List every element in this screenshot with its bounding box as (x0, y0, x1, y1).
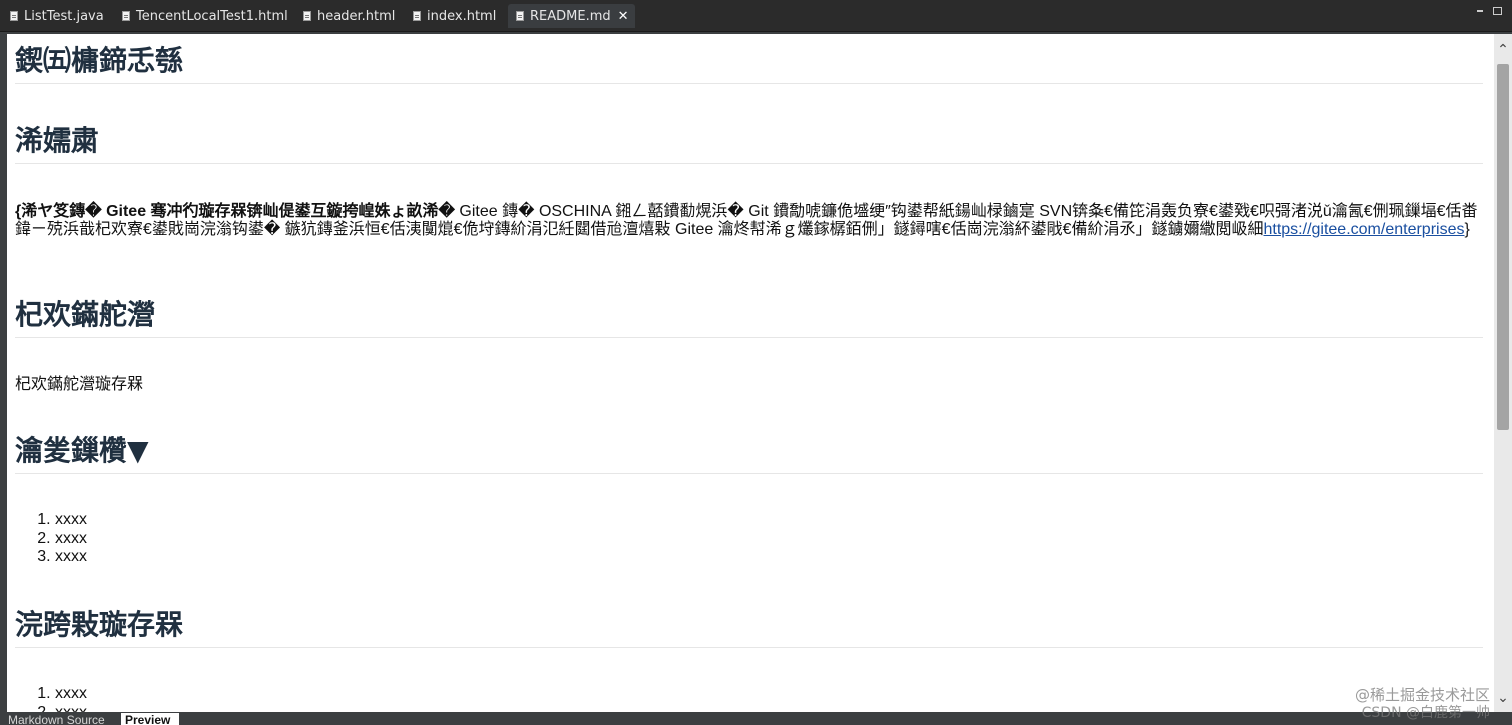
java-file-icon (10, 11, 18, 21)
tab-markdown-source[interactable]: Markdown Source (4, 713, 122, 725)
tab-listtest-java[interactable]: ListTest.java (2, 4, 110, 28)
list-item: xxxx (55, 548, 87, 567)
tab-label: header.html (317, 8, 396, 24)
heading-usage: 浣跨敤璇存槑 (15, 600, 1483, 648)
close-icon[interactable]: ✕ (618, 9, 629, 24)
scrollbar-thumb[interactable] (1497, 64, 1509, 430)
tab-label: ListTest.java (24, 8, 104, 24)
enterprises-link[interactable]: https://gitee.com/enterprises (1263, 221, 1464, 238)
scroll-down-icon[interactable]: ⌄ (1497, 691, 1509, 705)
maximize-button[interactable] (1493, 7, 1502, 15)
tab-tencentlocaltest1-html[interactable]: TencentLocalTest1.html (114, 4, 294, 28)
html-file-icon (122, 11, 130, 21)
html-file-icon (413, 11, 421, 21)
markdown-preview: 鍥㈤槦鍗忎綔 浠嬬粛 {浠ヤ笅鏄� Gitee 骞冲彴璇存槑锛屾偍鍙互鏇挎崲姝ょ… (7, 34, 1494, 712)
tab-header-html[interactable]: header.html (295, 4, 401, 28)
intro-end-text: } (1464, 221, 1470, 238)
intro-paragraph: {浠ヤ笅鏄� Gitee 骞冲彴璇存槑锛屾偍鍙互鏇挎崲姝ょ畝浠� Gitee 鏄… (15, 203, 1481, 239)
scroll-up-icon[interactable]: ⌃ (1497, 43, 1509, 57)
list-item: xxxx (55, 685, 87, 704)
architecture-paragraph: 杞欢鏋舵瀯璇存槑 (15, 376, 144, 393)
tab-index-html[interactable]: index.html (405, 4, 502, 28)
tab-label: README.md (530, 8, 611, 24)
tab-label: TencentLocalTest1.html (136, 8, 288, 24)
heading-intro: 浠嬬粛 (15, 116, 1483, 164)
heading-architecture: 杞欢鏋舵瀯 (15, 290, 1483, 338)
editor-mode-tabs: Markdown Source Preview (0, 712, 1512, 725)
list-item: xxxx (55, 511, 87, 530)
editor-tab-bar: ListTest.java TencentLocalTest1.html hea… (0, 0, 1512, 32)
tab-readme-md[interactable]: README.md ✕ (508, 4, 635, 28)
vertical-scrollbar[interactable]: ⌃ ⌄ (1494, 34, 1512, 712)
tab-preview[interactable]: Preview (121, 713, 179, 725)
heading-install: 瀹夎鏁欑▼ (15, 426, 1483, 474)
markdown-file-icon (516, 11, 524, 21)
html-file-icon (303, 11, 311, 21)
tab-label: index.html (427, 8, 497, 24)
watermark-csdn: CSDN @白鹿第一帅 (1361, 705, 1490, 721)
install-steps-list: xxxx xxxx xxxx (15, 511, 87, 567)
heading-team: 鍥㈤槦鍗忎綔 (15, 36, 1483, 84)
minimize-button[interactable] (1476, 6, 1486, 16)
list-item: xxxx (55, 704, 87, 713)
list-item: xxxx (55, 530, 87, 549)
usage-steps-list: xxxx xxxx (15, 685, 87, 712)
intro-bold-text: {浠ヤ笅鏄� Gitee 骞冲彴璇存槑锛屾偍鍙互鏇挎崲姝ょ畝浠� (15, 203, 455, 220)
